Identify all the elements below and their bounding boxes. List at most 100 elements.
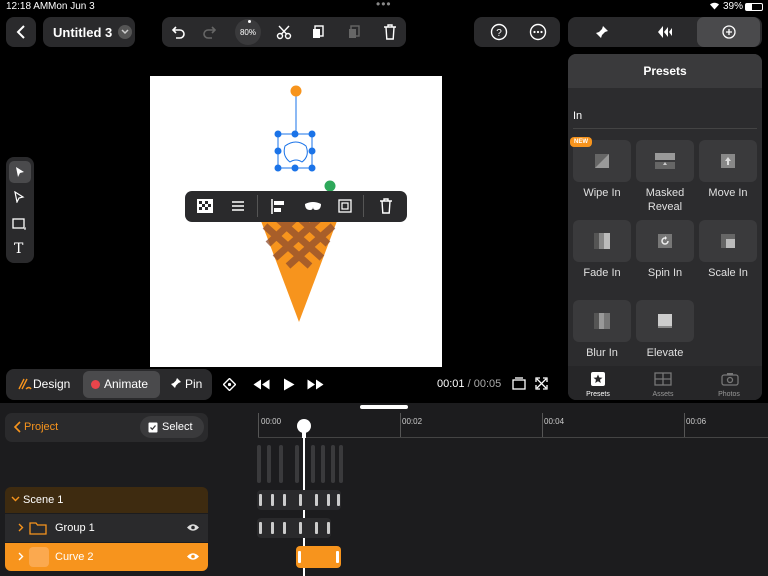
zoom-level: 80% bbox=[239, 27, 256, 37]
preset-label: Elevate bbox=[646, 347, 684, 359]
presets-tab-icon[interactable] bbox=[591, 372, 605, 386]
design-mode-label[interactable]: Design bbox=[33, 377, 70, 391]
fade-in-icon bbox=[594, 233, 610, 249]
select-button[interactable]: Select bbox=[140, 416, 204, 438]
pin-tab-icon[interactable] bbox=[594, 24, 610, 40]
photos-tab-icon[interactable] bbox=[721, 372, 739, 386]
align-left-icon[interactable] bbox=[271, 199, 285, 214]
direct-select-tool-icon[interactable] bbox=[13, 191, 25, 203]
layer-name: Curve 2 bbox=[55, 551, 94, 563]
presets-tab-label[interactable]: Presets bbox=[568, 391, 628, 398]
pin-mode-label[interactable]: Pin bbox=[185, 377, 202, 391]
scissors-icon[interactable] bbox=[276, 24, 292, 40]
scene-keyframe-strip[interactable] bbox=[255, 445, 345, 485]
redo-icon[interactable] bbox=[202, 24, 218, 40]
mask-icon[interactable] bbox=[304, 201, 322, 211]
layer-row-group[interactable]: Group 1 bbox=[5, 514, 208, 542]
preset-label: Blur In bbox=[586, 347, 618, 359]
edit-toolbar: 80% bbox=[162, 17, 406, 47]
pin-mode-icon[interactable] bbox=[170, 377, 182, 389]
assets-tab-icon[interactable] bbox=[654, 372, 672, 386]
preset-move-in[interactable] bbox=[699, 140, 757, 182]
undo-icon[interactable] bbox=[170, 24, 186, 40]
chevron-down-icon[interactable] bbox=[11, 496, 20, 502]
preset-masked-reveal[interactable] bbox=[636, 140, 694, 182]
curve-track-bar[interactable] bbox=[296, 546, 341, 568]
project-link[interactable]: Project bbox=[24, 421, 58, 433]
panel-resize-handle[interactable] bbox=[360, 405, 408, 409]
visibility-eye-icon[interactable] bbox=[186, 552, 200, 561]
blur-in-icon bbox=[594, 313, 610, 329]
layer-row-scene[interactable]: Scene 1 bbox=[5, 487, 208, 513]
document-title-button[interactable]: Untitled 3 bbox=[43, 17, 135, 47]
status-bar: 12:18 AM Mon Jun 3 ••• 39% bbox=[0, 0, 768, 14]
chevron-right-icon[interactable] bbox=[18, 523, 24, 532]
copy-icon[interactable] bbox=[310, 24, 326, 40]
ruler-label: 00:04 bbox=[544, 417, 565, 426]
rewind-icon[interactable] bbox=[253, 379, 270, 390]
transparency-icon[interactable] bbox=[197, 199, 213, 213]
plus-circle-icon bbox=[721, 25, 736, 39]
add-tab-button[interactable] bbox=[697, 17, 760, 47]
more-icon[interactable] bbox=[529, 23, 547, 41]
preset-spin-in[interactable] bbox=[636, 220, 694, 262]
rectangle-tool-icon[interactable] bbox=[12, 218, 26, 230]
timeline-header: Project Select bbox=[5, 413, 208, 442]
fullscreen-icon[interactable] bbox=[535, 377, 548, 390]
section-header-in: In bbox=[573, 110, 583, 122]
ruler-label: 00:06 bbox=[686, 417, 707, 426]
layer-row-curve[interactable]: Curve 2 bbox=[5, 543, 208, 571]
wipe-in-icon bbox=[595, 154, 609, 168]
preset-blur-in[interactable] bbox=[573, 300, 631, 342]
design-mode-icon[interactable] bbox=[18, 378, 32, 390]
crop-icon[interactable] bbox=[338, 199, 352, 213]
more-dots-icon[interactable]: ••• bbox=[376, 0, 392, 11]
presets-title: Presets bbox=[643, 64, 687, 78]
animate-tab-icon[interactable] bbox=[656, 24, 674, 40]
text-tool-icon[interactable]: T bbox=[14, 241, 23, 257]
visibility-eye-icon[interactable] bbox=[186, 523, 200, 532]
layer-name: Scene 1 bbox=[23, 494, 64, 506]
play-icon[interactable] bbox=[283, 378, 295, 391]
scene-track-bar[interactable] bbox=[257, 490, 341, 510]
align-menu-icon[interactable] bbox=[232, 200, 244, 212]
elevate-icon bbox=[658, 314, 672, 328]
playhead-knob[interactable] bbox=[297, 419, 311, 433]
ruler-label: 00:02 bbox=[402, 417, 423, 426]
time-ruler[interactable]: 00:00 00:02 00:04 00:06 bbox=[258, 413, 768, 439]
mode-switcher: Design Animate Pin bbox=[6, 369, 212, 400]
document-title: Untitled 3 bbox=[53, 24, 113, 40]
new-badge: NEW bbox=[570, 137, 592, 147]
status-time: 12:18 AM bbox=[6, 1, 49, 12]
battery-icon bbox=[745, 3, 763, 11]
folder-icon bbox=[29, 521, 47, 535]
paste-icon[interactable] bbox=[346, 24, 362, 40]
select-tool-icon[interactable] bbox=[9, 161, 31, 183]
spin-in-icon bbox=[658, 234, 672, 248]
trash-icon[interactable] bbox=[383, 24, 397, 40]
project-back-icon[interactable] bbox=[13, 421, 21, 433]
fast-forward-icon[interactable] bbox=[307, 379, 324, 390]
preset-label: Wipe In bbox=[583, 187, 621, 199]
preset-elevate[interactable] bbox=[636, 300, 694, 342]
current-time: 00:01 bbox=[437, 378, 465, 390]
aspect-ratio-icon[interactable] bbox=[512, 377, 526, 390]
record-icon bbox=[91, 380, 100, 389]
back-button[interactable] bbox=[6, 17, 36, 47]
layer-name: Group 1 bbox=[55, 522, 95, 534]
inspector-tabs bbox=[568, 17, 762, 47]
preset-scale-in[interactable] bbox=[699, 220, 757, 262]
rotation-handle bbox=[290, 85, 302, 97]
help-icon[interactable]: ? bbox=[490, 23, 508, 41]
assets-tab-label[interactable]: Assets bbox=[633, 391, 693, 398]
context-trash-icon[interactable] bbox=[379, 198, 393, 214]
photos-tab-label[interactable]: Photos bbox=[699, 391, 759, 398]
clipboard-check-icon bbox=[148, 421, 158, 433]
chevron-right-icon[interactable] bbox=[18, 552, 24, 561]
keyframe-diamond-icon[interactable] bbox=[223, 378, 236, 391]
animate-mode-button[interactable]: Animate bbox=[83, 371, 160, 398]
ruler-label: 00:00 bbox=[261, 417, 282, 426]
scale-in-icon bbox=[721, 234, 735, 248]
preset-fade-in[interactable] bbox=[573, 220, 631, 262]
group-track-bar[interactable] bbox=[257, 518, 331, 538]
